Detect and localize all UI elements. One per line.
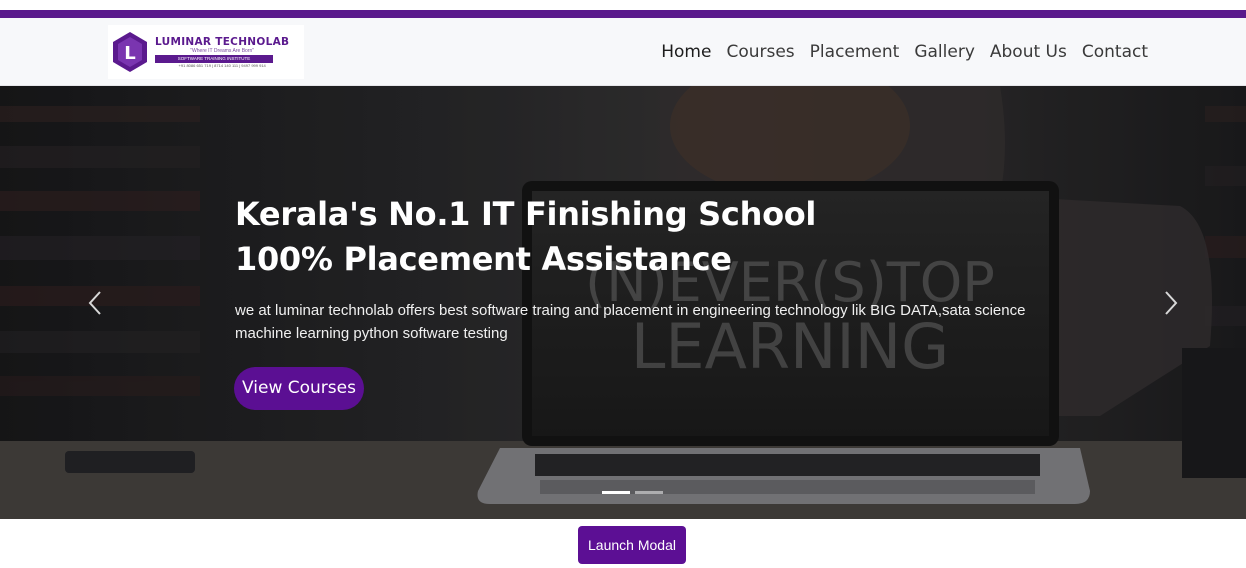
launch-modal-button[interactable]: Launch Modal: [578, 526, 686, 564]
brand-strip: SOFTWARE TRAINING INSTITUTE: [155, 54, 273, 63]
hero-title-line1: Kerala's No.1 IT Finishing School: [235, 195, 817, 233]
nav-placement[interactable]: Placement: [810, 40, 900, 64]
brand-logo-link[interactable]: L LUMINAR TECHNOLAB "Where IT Dreams Are…: [108, 25, 304, 79]
carousel-prev-button[interactable]: [82, 288, 110, 318]
nav-gallery[interactable]: Gallery: [914, 40, 975, 64]
carousel-indicator-2[interactable]: [635, 491, 663, 494]
carousel-next-button[interactable]: [1156, 288, 1184, 318]
view-courses-button[interactable]: View Courses: [234, 367, 364, 410]
navbar: L LUMINAR TECHNOLAB "Where IT Dreams Are…: [0, 18, 1246, 86]
nav-home[interactable]: Home: [661, 40, 711, 64]
svg-text:L: L: [124, 43, 135, 64]
brand-tagline: "Where IT Dreams Are Born": [190, 47, 255, 54]
nav-about-us[interactable]: About Us: [990, 40, 1067, 64]
brand-name: LUMINAR TECHNOLAB: [155, 35, 290, 48]
carousel-indicator-1[interactable]: [602, 491, 630, 494]
nav-courses[interactable]: Courses: [726, 40, 794, 64]
hero-title-line2: 100% Placement Assistance: [235, 240, 732, 278]
luminar-logo-icon: L: [113, 32, 147, 72]
hero-description: we at luminar technolab offers best soft…: [235, 302, 1026, 342]
top-strip: [0, 0, 1246, 10]
main-nav: Home Courses Placement Gallery About Us …: [646, 40, 1148, 64]
chevron-right-icon: [1165, 291, 1178, 315]
nav-contact[interactable]: Contact: [1082, 40, 1148, 64]
brand-contact: +91 8086 651 719 | 8714 140 111 | 9497 9…: [178, 62, 266, 68]
hero-title: Kerala's No.1 IT Finishing School 100% P…: [235, 192, 816, 282]
chevron-left-icon: [88, 291, 101, 315]
accent-bar: [0, 10, 1246, 18]
brand-text: LUMINAR TECHNOLAB "Where IT Dreams Are B…: [155, 36, 289, 69]
hero-carousel: (N)EVER(S)TOP LEARNING Kerala's No.1 IT …: [0, 86, 1246, 519]
